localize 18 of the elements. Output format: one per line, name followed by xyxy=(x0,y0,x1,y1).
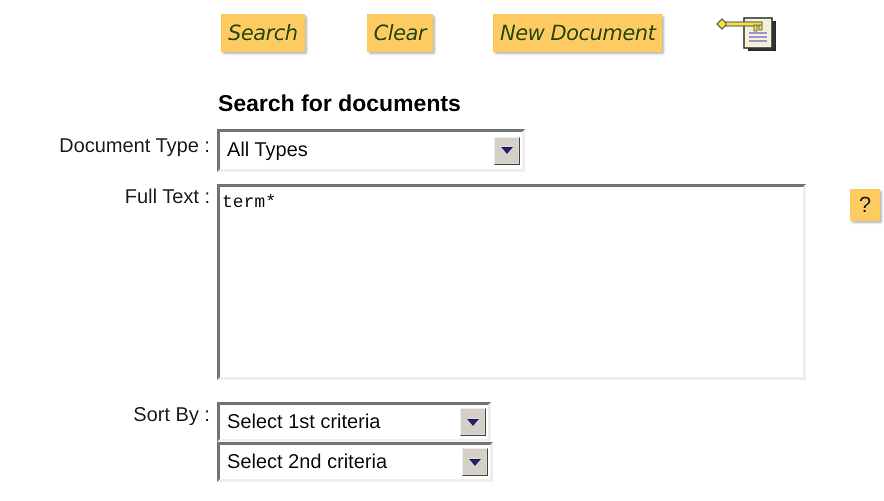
sort-select[interactable]: Select 1st criteria xyxy=(217,402,491,442)
field-label: Full Text : xyxy=(124,185,210,210)
caret-icon xyxy=(467,418,479,426)
page-heading: Search for documents xyxy=(218,90,462,118)
toolbar-button[interactable]: New Document xyxy=(493,14,662,52)
toolbar-button[interactable]: Search xyxy=(221,14,305,52)
dropdown-button[interactable] xyxy=(462,448,488,476)
sort-select[interactable]: Select 2nd criteria xyxy=(217,442,493,482)
caret-icon xyxy=(501,147,513,154)
caret-icon xyxy=(469,458,481,466)
document-type-select[interactable]: All Types xyxy=(217,129,525,172)
help-button[interactable]: ? xyxy=(850,189,880,221)
field-label: Sort By : xyxy=(132,403,210,428)
toolbar-button[interactable]: Clear xyxy=(366,14,434,52)
field-label: Document Type : xyxy=(58,134,210,159)
dropdown-button[interactable] xyxy=(494,136,520,164)
dropdown-button[interactable] xyxy=(460,408,486,436)
full-text-field[interactable]: term* xyxy=(217,184,806,380)
